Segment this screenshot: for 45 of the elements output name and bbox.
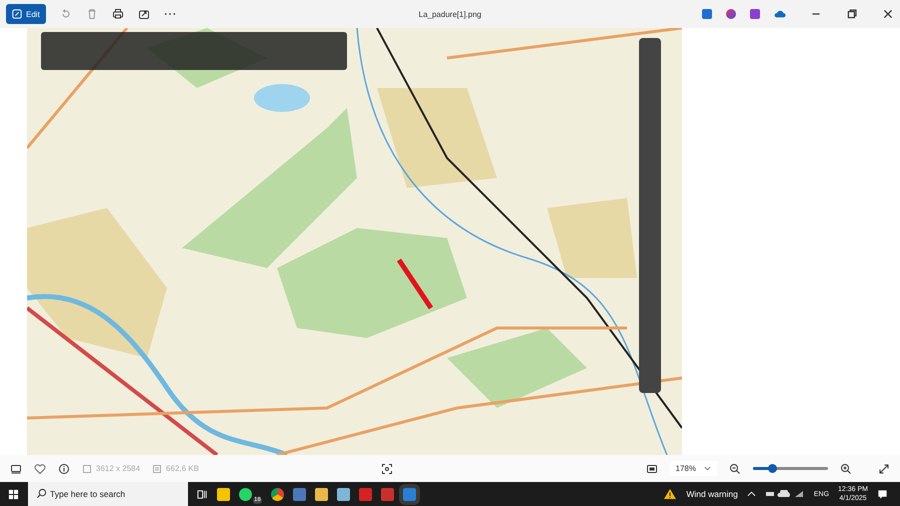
zoom-in-icon[interactable] — [840, 462, 852, 474]
close-icon[interactable] — [882, 8, 894, 20]
photos-app-icon[interactable] — [402, 488, 416, 500]
windows-logo-icon[interactable] — [8, 488, 19, 500]
chat-app-icon[interactable] — [239, 488, 252, 500]
image-dimensions: 3612 x 2584 — [96, 464, 140, 473]
zoom-out-icon[interactable] — [729, 462, 741, 474]
rotate-icon[interactable] — [60, 8, 72, 20]
browser-icon[interactable] — [270, 488, 284, 500]
zoom-dropdown[interactable]: 178% — [670, 461, 717, 476]
app-icon[interactable] — [726, 9, 736, 19]
sticky-notes-icon[interactable] — [217, 488, 230, 500]
filmstrip-icon[interactable] — [10, 462, 22, 474]
search-icon — [36, 488, 47, 499]
chevron-up-icon[interactable] — [746, 491, 756, 497]
weather-label[interactable]: Wind warning — [686, 489, 738, 499]
zoom-slider[interactable] — [753, 467, 828, 470]
search-field[interactable]: Type here to search — [28, 482, 188, 506]
restore-icon[interactable] — [846, 8, 858, 20]
slider-thumb[interactable] — [768, 464, 777, 473]
calculator-icon[interactable] — [292, 488, 306, 500]
delete-icon[interactable] — [86, 8, 98, 20]
dimensions-icon — [82, 464, 92, 474]
task-view-icon[interactable] — [197, 488, 208, 500]
folder-icon[interactable] — [314, 488, 328, 500]
app-icon[interactable] — [336, 488, 350, 500]
info-icon[interactable] — [58, 462, 70, 474]
file-size: 662,6 KB — [166, 464, 199, 473]
edit-icon — [12, 9, 22, 19]
heart-icon[interactable] — [34, 462, 46, 474]
pdf-icon[interactable] — [358, 488, 372, 500]
cloud-icon[interactable] — [774, 8, 786, 20]
print-icon[interactable] — [112, 8, 124, 20]
notification-icon[interactable] — [877, 488, 888, 500]
face-scan-icon[interactable] — [380, 462, 393, 474]
edit-button[interactable]: Edit — [6, 4, 46, 24]
share-icon[interactable] — [138, 8, 150, 20]
chevron-down-icon — [704, 466, 711, 471]
app-icon[interactable] — [380, 488, 394, 500]
fit-icon[interactable] — [646, 462, 658, 474]
warning-icon[interactable] — [663, 488, 678, 500]
window-title: La_padure[1].png — [418, 10, 482, 18]
tray-icons-drawing[interactable] — [764, 490, 805, 498]
expand-icon[interactable] — [878, 462, 890, 474]
file-size-icon — [152, 464, 162, 474]
